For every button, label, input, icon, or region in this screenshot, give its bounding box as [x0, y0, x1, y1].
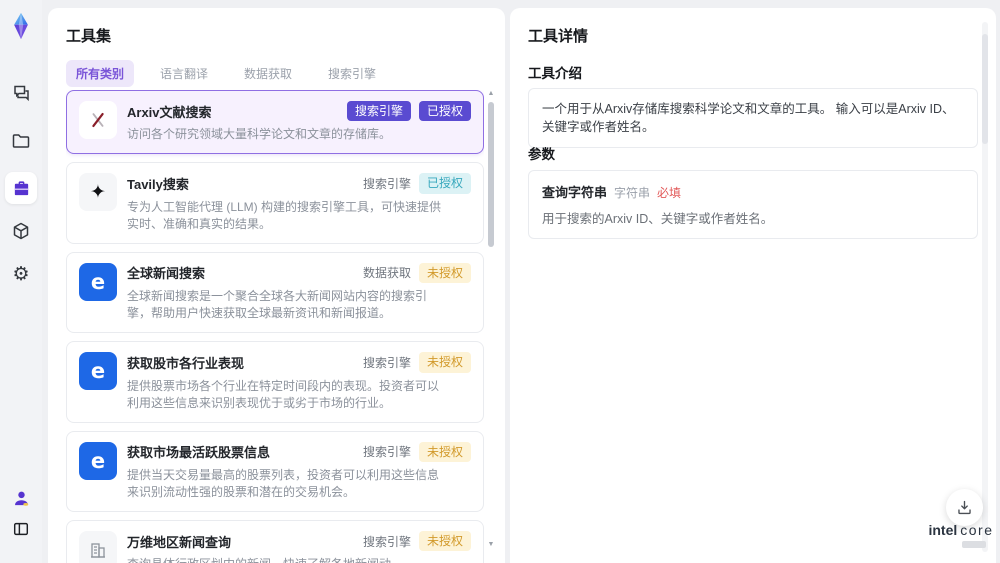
category-label: 搜索引擎	[362, 534, 411, 549]
status-badge: 未授权	[418, 352, 471, 373]
gear-icon: ⚙	[12, 264, 30, 285]
tool-name: 获取股市各行业表现	[127, 355, 245, 371]
sidebar-item-chat[interactable]	[0, 83, 42, 103]
tab-data-fetch[interactable]: 数据获取	[234, 60, 302, 87]
tool-description: 专为人工智能代理 (LLM) 构建的搜索引擎工具，可快速提供实时、准确和真实的结…	[127, 199, 442, 231]
arxiv-logo-icon	[79, 101, 117, 139]
tavily-logo-icon: ✦	[79, 173, 117, 212]
category-badge: 搜索引擎	[346, 101, 411, 122]
active-nav-highlight	[5, 172, 37, 204]
category-label: 搜索引擎	[362, 177, 411, 192]
tool-body: Tavily搜索 搜索引擎 已授权 专为人工智能代理 (LLM) 构建的搜索引擎…	[127, 173, 471, 232]
tool-description: 全球新闻搜索是一个聚合全球各大新闻网站内容的搜索引擎，帮助用户快速获取全球最新资…	[127, 289, 428, 321]
tool-name: 万维地区新闻查询	[127, 534, 232, 550]
tab-language-translation[interactable]: 语言翻译	[150, 60, 218, 87]
detail-title: 工具详情	[528, 28, 589, 45]
tool-list: Arxiv文献搜索 搜索引擎 已授权 访问各个研究领域大量科学论文和文章的存储库…	[66, 90, 484, 563]
category-label: 搜索引擎	[362, 445, 411, 460]
chat-icon	[14, 85, 29, 102]
tool-body: 获取市场最活跃股票信息 搜索引擎 未授权 提供当天交易量最高的股票列表，投资者可…	[127, 441, 471, 501]
intel-core-badge: intel core	[928, 522, 994, 548]
tool-detail-panel: 工具详情 工具介绍 一个用于从Arxiv存储库搜索科学论文和文章的工具。 输入可…	[510, 8, 996, 563]
tool-card-sector-performance[interactable]: e 获取股市各行业表现 搜索引擎 未授权 提供股票市场各个行业在特定时间段内的表…	[66, 341, 484, 423]
param-description: 用于搜索的Arxiv ID、关键字或作者姓名。	[542, 212, 774, 226]
sidebar-item-settings[interactable]: ⚙	[0, 265, 42, 284]
news-logo-icon: e	[79, 262, 117, 301]
status-badge: 未授权	[418, 530, 471, 552]
sidebar-item-collapse[interactable]	[0, 520, 42, 538]
intro-heading: 工具介绍	[528, 66, 582, 81]
page-title: 工具集	[66, 28, 112, 45]
tool-description: 提供股票市场各个行业在特定时间段内的表现。投资者可以利用这些信息来识别表现优于或…	[127, 378, 440, 410]
param-required-flag: 必填	[657, 186, 682, 200]
status-badge: 已授权	[418, 173, 471, 194]
finance-logo-icon: e	[79, 441, 117, 480]
category-tabs: 所有类别 语言翻译 数据获取 搜索引擎	[66, 60, 386, 87]
tool-body: 全球新闻搜索 数据获取 未授权 全球新闻搜索是一个聚合全球各大新闻网站内容的搜索…	[127, 262, 471, 322]
status-badge: 未授权	[418, 262, 471, 284]
tool-list-panel: 工具集 所有类别 语言翻译 数据获取 搜索引擎 Arxiv文献搜索 搜索引擎 已…	[48, 8, 505, 563]
intel-badge-subtag	[962, 541, 986, 548]
tool-body: 获取股市各行业表现 搜索引擎 未授权 提供股票市场各个行业在特定时间段内的表现。…	[127, 352, 471, 411]
tool-card-tavily[interactable]: ✦ Tavily搜索 搜索引擎 已授权 专为人工智能代理 (LLM) 构建的搜索…	[66, 162, 484, 244]
tool-body: 万维地区新闻查询 搜索引擎 未授权 查询具体行政区划内的新闻，快速了解各地新闻动	[127, 530, 471, 563]
folder-icon	[12, 134, 30, 148]
scrollbar-thumb[interactable]	[488, 102, 494, 247]
sidebar-item-files[interactable]	[0, 131, 42, 151]
param-name: 查询字符串	[542, 185, 608, 200]
scroll-down-icon[interactable]: ▼	[487, 541, 495, 549]
scroll-up-icon[interactable]: ▲	[487, 90, 495, 98]
category-label: 数据获取	[362, 266, 411, 281]
app-logo-icon	[14, 12, 28, 40]
status-badge: 已授权	[418, 101, 471, 122]
tool-name: 全球新闻搜索	[127, 266, 206, 282]
tool-name: Tavily搜索	[127, 177, 189, 193]
panel-toggle-icon	[13, 522, 29, 536]
sidebar-item-toolbox[interactable]	[0, 172, 42, 204]
tab-search-engine[interactable]: 搜索引擎	[318, 60, 386, 87]
tool-description: 查询具体行政区划内的新闻，快速了解各地新闻动	[127, 556, 449, 563]
toolbox-icon	[14, 180, 28, 195]
cube-icon	[13, 222, 29, 240]
finance-logo-icon: e	[79, 352, 117, 391]
tool-description: 提供当天交易量最高的股票列表，投资者可以利用这些信息来识别流动性强的股票和潜在的…	[127, 467, 440, 499]
sidebar-item-plugins[interactable]	[0, 221, 42, 241]
list-scrollbar[interactable]: ▲ ▼	[487, 90, 495, 556]
tab-all-categories[interactable]: 所有类别	[66, 60, 135, 87]
tool-description: 访问各个研究领域大量科学论文和文章的存储库。	[127, 127, 392, 142]
status-badge: 未授权	[418, 441, 471, 462]
category-label: 搜索引擎	[362, 355, 411, 370]
tool-body: Arxiv文献搜索 搜索引擎 已授权 访问各个研究领域大量科学论文和文章的存储库…	[127, 101, 471, 143]
tool-card-regional-news[interactable]: 万维地区新闻查询 搜索引擎 未授权 查询具体行政区划内的新闻，快速了解各地新闻动	[66, 519, 484, 563]
tool-name: 获取市场最活跃股票信息	[127, 445, 271, 461]
intel-wordmark: intel	[928, 522, 958, 538]
core-wordmark: core	[960, 522, 994, 538]
app-logo[interactable]	[0, 11, 42, 41]
building-logo-icon	[79, 530, 117, 563]
param-type: 字符串	[614, 186, 651, 200]
tool-name: Arxiv文献搜索	[127, 104, 212, 120]
intro-text-box: 一个用于从Arxiv存储库搜索科学论文和文章的工具。 输入可以是Arxiv ID…	[528, 88, 978, 148]
download-icon	[958, 500, 971, 515]
tool-card-arxiv[interactable]: Arxiv文献搜索 搜索引擎 已授权 访问各个研究领域大量科学论文和文章的存储库…	[66, 90, 484, 155]
params-heading: 参数	[528, 147, 555, 162]
sidebar-item-account[interactable]	[0, 489, 42, 508]
download-button[interactable]	[946, 489, 983, 526]
tool-card-global-news[interactable]: e 全球新闻搜索 数据获取 未授权 全球新闻搜索是一个聚合全球各大新闻网站内容的…	[66, 251, 484, 334]
user-icon	[14, 491, 28, 506]
scrollbar-thumb[interactable]	[982, 34, 988, 144]
detail-scrollbar[interactable]	[982, 22, 988, 552]
sidebar-rail: ⚙	[0, 0, 42, 563]
tool-card-most-active-stocks[interactable]: e 获取市场最活跃股票信息 搜索引擎 未授权 提供当天交易量最高的股票列表，投资…	[66, 430, 484, 512]
parameter-card: 查询字符串 字符串 必填 用于搜索的Arxiv ID、关键字或作者姓名。	[528, 170, 978, 239]
